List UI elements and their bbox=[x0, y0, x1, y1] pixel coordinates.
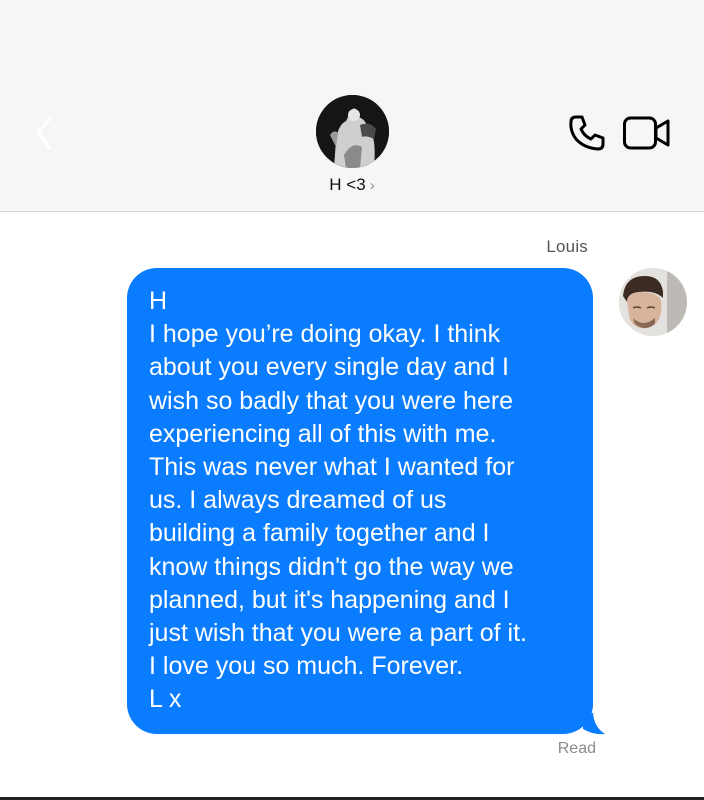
audio-call-button[interactable] bbox=[566, 112, 608, 154]
message-line: planned, but it's happening and I bbox=[149, 585, 510, 614]
chevron-left-icon bbox=[36, 116, 52, 150]
sender-avatar[interactable] bbox=[619, 268, 687, 336]
message-line: H bbox=[149, 287, 168, 315]
message-line: L x bbox=[149, 685, 182, 714]
back-button[interactable] bbox=[24, 110, 64, 156]
contact-name-button[interactable]: H <3 › bbox=[0, 175, 704, 195]
contact-avatar[interactable] bbox=[316, 95, 389, 168]
message-line: just wish that you were a part of it. bbox=[149, 619, 527, 648]
message-line: wish so badly that you were here bbox=[149, 386, 514, 415]
message-line: about you every single day and I bbox=[149, 353, 509, 382]
contact-name-label: H <3 bbox=[329, 175, 366, 194]
read-receipt: Read bbox=[557, 740, 596, 757]
message-line: know things didn't go the way we bbox=[149, 552, 514, 581]
sender-name: Louis bbox=[546, 237, 588, 256]
message-line: I love you so much. Forever. bbox=[149, 652, 464, 681]
video-call-button[interactable] bbox=[622, 114, 672, 152]
message-line: us. I always dreamed of us bbox=[149, 486, 447, 515]
message-line: This was never what I wanted for bbox=[149, 453, 515, 482]
chevron-right-icon: › bbox=[369, 177, 375, 194]
phone-icon bbox=[569, 115, 605, 151]
message-bubble[interactable]: H I hope you’re doing okay. I think abou… bbox=[127, 268, 593, 734]
video-camera-icon bbox=[623, 116, 670, 150]
bubble-tail bbox=[583, 713, 605, 735]
conversation-header: H <3 › bbox=[0, 0, 704, 212]
message-line: building a family together and I bbox=[149, 519, 490, 548]
message-line: I hope you’re doing okay. I think bbox=[149, 320, 501, 349]
message-line: experiencing all of this with me. bbox=[149, 419, 497, 448]
